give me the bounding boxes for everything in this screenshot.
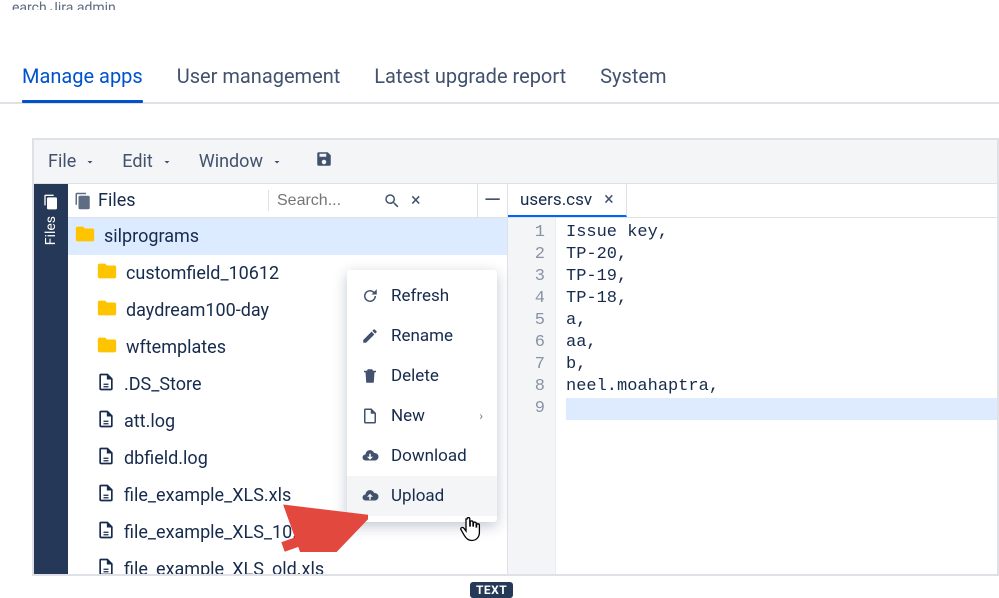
folder-icon [74,223,96,250]
code-line: aa, [566,332,997,354]
folder-icon [96,334,118,361]
side-rail-label: Files [43,216,59,245]
new-file-icon [361,407,379,425]
code-line [566,398,997,420]
menu-edit[interactable]: Edit [122,151,172,172]
folder-icon [96,260,118,287]
folder-icon [96,297,118,324]
pencil-icon [361,327,379,345]
tree-folder-label: daydream100-day [126,300,269,321]
tab-latest-upgrade-report[interactable]: Latest upgrade report [374,54,566,102]
submenu-chevron-icon: › [479,409,483,423]
tab-user-management[interactable]: User management [177,54,341,102]
menu-edit-label: Edit [122,151,152,172]
files-panel-title-text: Files [98,190,136,211]
tree-folder-root[interactable]: silprograms [68,218,507,255]
context-menu-delete[interactable]: Delete [347,356,497,396]
file-icon [96,557,116,574]
tree-file-label: dbfield.log [124,448,208,469]
context-menu-upload[interactable]: Upload [347,476,497,516]
code-line: TP-20, [566,244,997,266]
editor-tab-users-csv[interactable]: users.csv × [508,184,627,217]
cloud-upload-icon [361,487,379,505]
tree-file-label: file_example_XLS.xls [124,485,291,506]
files-stack-icon [74,192,92,210]
save-button[interactable] [315,150,333,173]
files-panel-header: Files × — [68,184,507,218]
tree-folder-label: silprograms [104,226,199,247]
files-panel-title: Files [68,190,268,211]
menu-window[interactable]: Window [199,151,283,172]
code-line: TP-18, [566,288,997,310]
tree-folder-label: customfield_10612 [126,263,279,284]
file-icon [96,520,116,545]
context-menu-label: Download [391,446,467,466]
cloud-download-icon [361,447,379,465]
page-header-fragment: earch Jira admin [0,0,999,10]
tree-file[interactable]: file_example_XLS_old.xls [68,551,507,574]
search-input[interactable] [277,192,377,210]
code-line: neel.moahaptra, [566,376,997,398]
editor-body[interactable]: 123456789 Issue key, TP-20, TP-19, TP-18… [508,218,997,574]
refresh-icon [361,287,379,305]
code-line: b, [566,354,997,376]
chevron-down-icon [161,156,173,168]
context-menu-refresh[interactable]: Refresh [347,276,497,316]
context-menu-rename[interactable]: Rename [347,316,497,356]
tab-manage-apps[interactable]: Manage apps [22,54,143,102]
trash-icon [361,367,379,385]
files-search: × [268,190,477,211]
code-content[interactable]: Issue key, TP-20, TP-19, TP-18, a, aa, b… [556,218,997,574]
context-menu-label: Delete [391,366,439,386]
editor-tab-bar: users.csv × [508,184,997,218]
editor-toolbar: File Edit Window [34,140,997,184]
line-number-gutter: 123456789 [508,218,556,574]
file-context-menu: Refresh Rename Delete New › Download Upl… [347,270,497,522]
menu-file-label: File [48,151,76,172]
context-menu-download[interactable]: Download [347,436,497,476]
side-rail-files[interactable]: Files [34,184,68,574]
search-icon[interactable] [383,192,401,210]
close-tab-icon[interactable]: × [604,189,614,210]
menu-file[interactable]: File [48,151,96,172]
menu-window-label: Window [199,151,263,172]
context-menu-label: Rename [391,326,453,346]
tree-file-label: file_example_XLS_old.xls [124,559,324,574]
files-stack-icon [43,194,59,210]
chevron-down-icon [271,156,283,168]
file-icon [96,409,116,434]
tree-folder-label: wftemplates [126,337,226,358]
file-icon [96,446,116,471]
chevron-down-icon [84,156,96,168]
clear-search-icon[interactable]: × [407,190,425,211]
code-line: a, [566,310,997,332]
file-icon [96,483,116,508]
context-menu-label: New [391,406,425,426]
admin-nav-tabs: Manage apps User management Latest upgra… [0,54,999,104]
collapse-panel-button[interactable]: — [477,184,507,217]
context-menu-label: Upload [391,486,444,506]
tree-file-label: .DS_Store [124,374,202,395]
code-line: TP-19, [566,266,997,288]
context-menu-new[interactable]: New › [347,396,497,436]
context-menu-label: Refresh [391,286,449,306]
tree-file-label: file_example_XLS_10.xls [124,522,320,543]
tab-system[interactable]: System [600,54,666,102]
file-icon [96,372,116,397]
floppy-disk-icon [315,150,333,168]
tree-file-label: att.log [124,411,175,432]
code-line: Issue key, [566,222,997,244]
editor-tab-label: users.csv [520,190,592,210]
file-type-badge: TEXT [470,582,513,598]
